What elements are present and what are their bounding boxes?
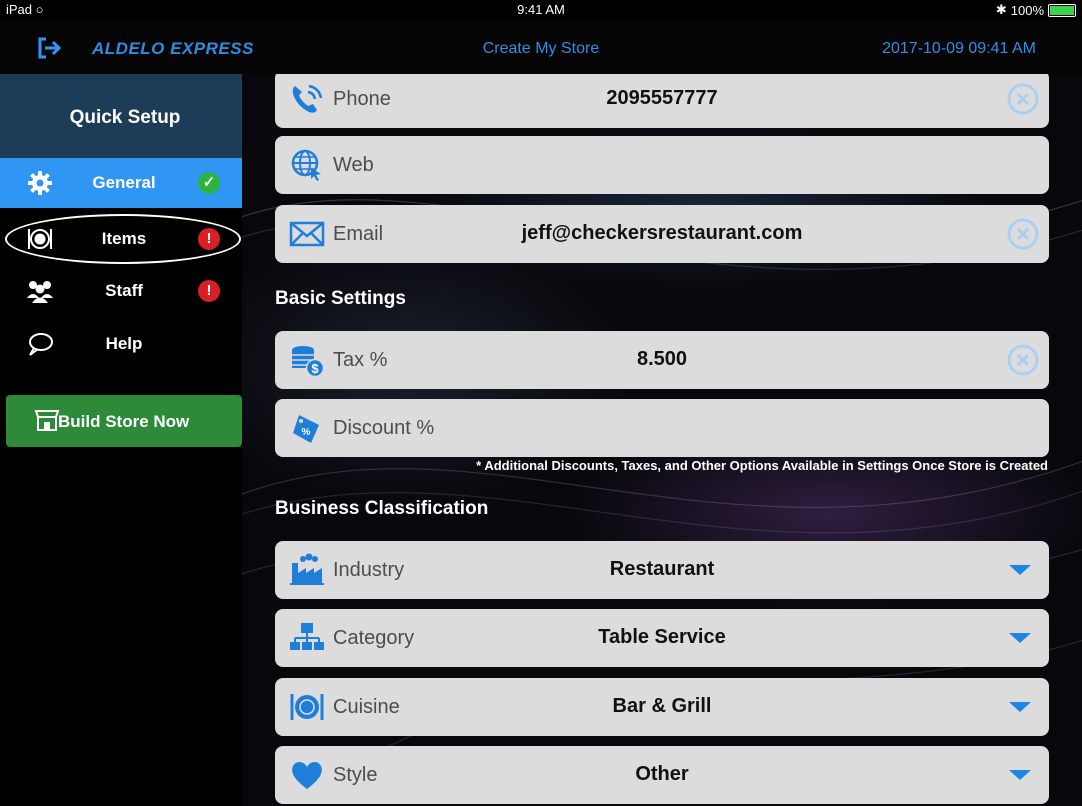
industry-select[interactable]: Industry Restaurant	[275, 541, 1049, 599]
chevron-down-icon[interactable]	[1009, 770, 1031, 780]
style-select[interactable]: Style Other	[275, 746, 1049, 804]
sidebar-item-general[interactable]: General ✓	[0, 158, 242, 208]
discount-label: Discount %	[333, 417, 435, 439]
bluetooth-icon: ✱	[995, 2, 1007, 17]
battery-percent: 100%	[1010, 2, 1044, 18]
sidebar-item-label: Help	[105, 334, 143, 353]
gear-icon	[28, 171, 52, 195]
chevron-down-icon[interactable]	[1009, 565, 1031, 575]
header-datetime: 2017-10-09 09:41 AM	[882, 40, 1036, 57]
sidebar-item-staff[interactable]: Staff !	[0, 266, 242, 316]
web-field[interactable]: Web	[275, 136, 1049, 194]
status-bar: iPad ○ 9:41 AM ✱ 100%	[0, 0, 1082, 20]
cuisine-value: Bar & Grill	[612, 695, 712, 717]
business-classification-heading: Business Classification	[275, 498, 489, 519]
discount-field[interactable]: % Discount %	[275, 399, 1049, 457]
battery-area: ✱ 100%	[996, 2, 1076, 18]
basic-settings-heading: Basic Settings	[275, 288, 406, 309]
settings-note: * Additional Discounts, Taxes, and Other…	[476, 458, 1048, 473]
discount-tag-icon: %	[293, 415, 319, 443]
email-value[interactable]: jeff@checkersrestaurant.com	[275, 222, 1049, 245]
app-header: ALDELO EXPRESS Create My Store 2017-10-0…	[0, 20, 1082, 74]
web-label: Web	[333, 154, 374, 176]
warning-icon: !	[198, 280, 220, 302]
tax-field[interactable]: $ Tax % 8.500	[275, 331, 1049, 389]
check-icon: ✓	[198, 172, 220, 194]
sidebar-item-label: Staff	[105, 281, 143, 300]
speech-bubble-icon	[29, 333, 53, 356]
people-icon	[27, 281, 53, 303]
clear-icon[interactable]	[1007, 83, 1039, 115]
globe-icon	[291, 149, 321, 181]
sidebar-heading-text: Quick Setup	[69, 107, 181, 128]
phone-value[interactable]: 2095557777	[275, 87, 1049, 110]
sidebar-item-label: General	[92, 173, 156, 192]
cuisine-select[interactable]: Cuisine Bar & Grill	[275, 678, 1049, 736]
main-content: Phone 2095557777 Web Email jeff@checkers…	[242, 74, 1082, 806]
category-value: Table Service	[598, 626, 726, 648]
phone-field[interactable]: Phone 2095557777	[275, 74, 1049, 128]
style-value: Other	[635, 763, 689, 785]
storefront-icon	[34, 410, 60, 431]
clock: 9:41 AM	[517, 2, 565, 17]
build-store-label: Build Store Now	[58, 412, 190, 431]
chevron-down-icon[interactable]	[1009, 633, 1031, 643]
clear-icon[interactable]	[1007, 344, 1039, 376]
sidebar-item-help[interactable]: Help	[0, 319, 242, 369]
battery-fill	[1050, 5, 1074, 15]
highlight-ring	[5, 214, 241, 264]
industry-value: Restaurant	[609, 558, 715, 580]
category-select[interactable]: Category Table Service	[275, 609, 1049, 667]
sidebar-heading: Quick Setup	[0, 74, 242, 158]
build-store-button[interactable]: Build Store Now	[6, 395, 242, 447]
battery-icon	[1048, 3, 1076, 17]
email-field[interactable]: Email jeff@checkersrestaurant.com	[275, 205, 1049, 263]
clear-icon[interactable]	[1007, 218, 1039, 250]
chevron-down-icon[interactable]	[1009, 702, 1031, 712]
sidebar: Quick Setup General ✓ Items ! Staff ! He…	[0, 74, 242, 806]
svg-text:%: %	[302, 427, 311, 438]
tax-value[interactable]: 8.500	[275, 348, 1049, 371]
